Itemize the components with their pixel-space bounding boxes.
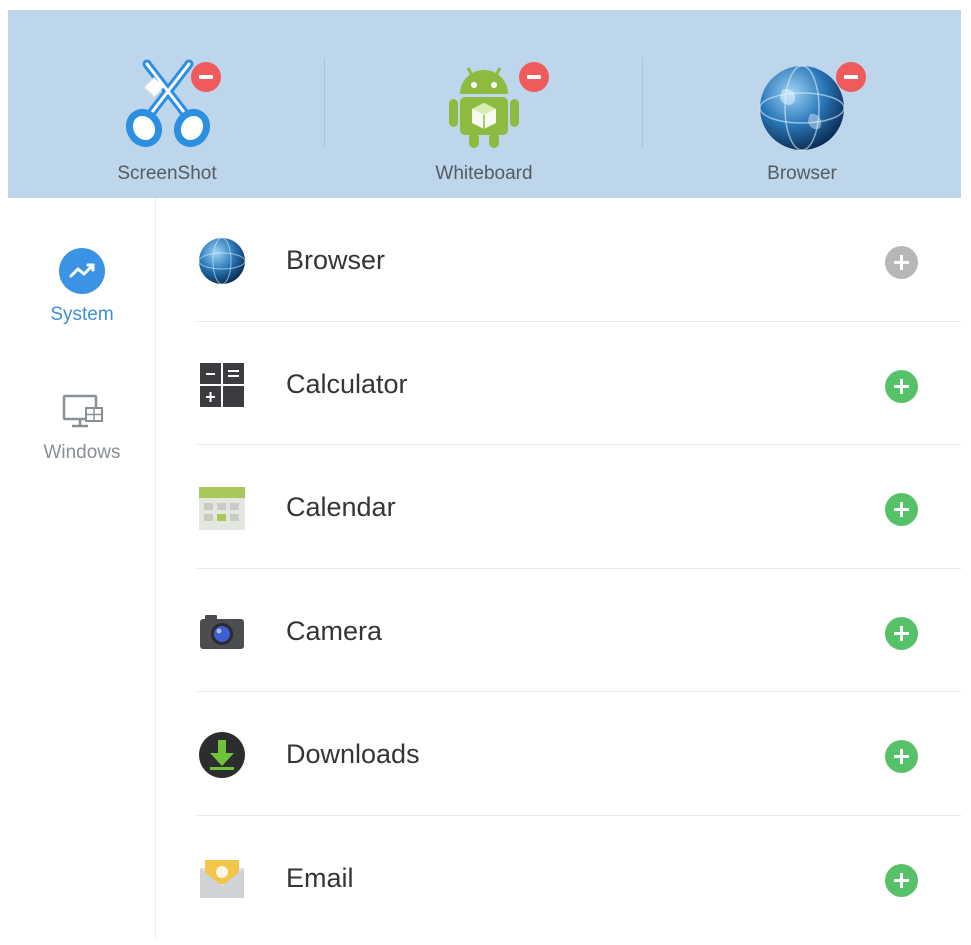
app-list: Browser Calculator Calendar Camera Downl… [197,198,961,938]
favorite-screenshot[interactable]: ScreenShot [8,10,326,198]
list-item[interactable]: Browser [197,198,961,322]
calculator-icon [197,360,247,410]
category-sidebar: System Windows [8,198,156,938]
remove-favorite-button[interactable] [191,62,221,92]
favorite-label: Whiteboard [435,163,533,184]
favorite-whiteboard[interactable]: Whiteboard [325,10,643,198]
app-name: Calculator [286,368,408,399]
remove-favorite-button[interactable] [519,62,549,92]
calendar-icon [197,483,247,533]
add-button[interactable] [885,246,918,279]
add-button[interactable] [885,616,918,650]
monitor-icon [59,392,105,432]
download-icon [197,730,247,780]
globe-icon [197,236,247,286]
sidebar-item-windows[interactable]: Windows [8,392,156,464]
app-picker-panel: ScreenShot Whiteboard Browser System Win… [8,10,961,938]
app-name: Browser [286,245,386,275]
list-item[interactable]: Camera [197,569,961,692]
favorite-label: Browser [767,163,837,184]
list-item[interactable]: Email [197,816,961,939]
sidebar-item-label: Windows [43,442,121,463]
email-icon [197,854,247,904]
favorite-browser[interactable]: Browser [643,10,961,198]
favorite-label: ScreenShot [117,163,217,184]
app-name: Camera [286,615,383,646]
favorites-bar: ScreenShot Whiteboard Browser [8,10,961,198]
app-name: Downloads [286,739,420,769]
add-button[interactable] [885,369,918,403]
add-button[interactable] [885,740,918,773]
app-name: Email [286,862,354,893]
remove-favorite-button[interactable] [836,62,866,92]
sidebar-item-label: System [50,304,114,325]
camera-icon [197,607,247,657]
list-item[interactable]: Calendar [197,445,961,569]
app-name: Calendar [286,492,396,522]
list-item[interactable]: Calculator [197,322,961,445]
list-item[interactable]: Downloads [197,692,961,816]
add-button[interactable] [885,863,918,897]
trend-icon [59,248,105,294]
sidebar-item-system[interactable]: System [8,248,156,326]
add-button[interactable] [885,493,918,526]
